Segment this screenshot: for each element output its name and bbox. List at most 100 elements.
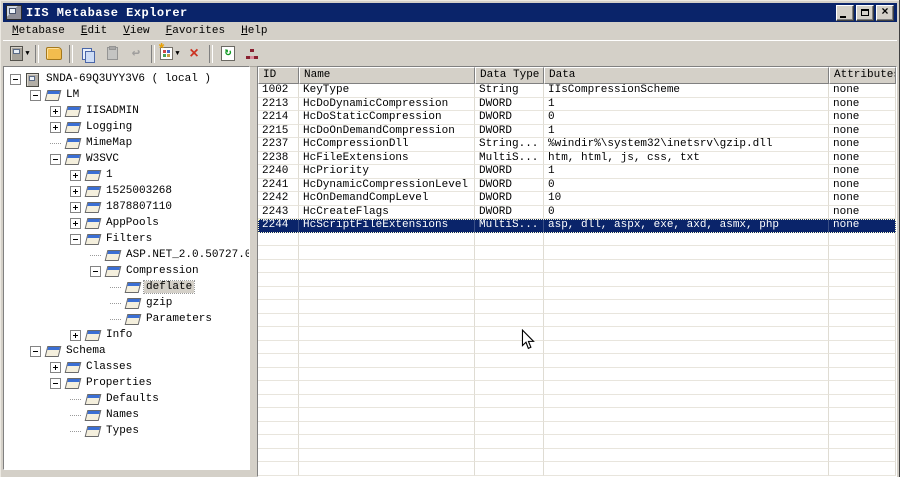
tree-item-snda-69q3uyy3v6-local-[interactable]: SNDA-69Q3UYY3V6 ( local ) (4, 71, 249, 87)
tree-item-1[interactable]: 1 (4, 167, 249, 183)
table-row-empty[interactable] (258, 286, 896, 300)
table-row-empty[interactable] (258, 435, 896, 449)
table-row-empty[interactable] (258, 394, 896, 408)
table-row-2242[interactable]: 2242 HcOnDemandCompLevel DWORD 10 none (258, 192, 896, 206)
table-cell: HcDynamicCompressionLevel (299, 178, 475, 192)
menu-item-favorites[interactable]: Favorites (158, 23, 233, 40)
collapse-minus-icon[interactable] (30, 89, 41, 101)
tree-item-types[interactable]: Types (4, 423, 249, 439)
delete-button[interactable]: × (183, 44, 205, 64)
table-row-2214[interactable]: 2214 HcDoStaticCompression DWORD 0 none (258, 111, 896, 125)
expand-plus-icon[interactable] (70, 201, 81, 213)
copy-button[interactable] (77, 44, 99, 64)
table-row-empty[interactable] (258, 448, 896, 462)
metabase-key-icon (124, 313, 142, 325)
table-row-2238[interactable]: 2238 HcFileExtensions MultiS... htm, html, … (258, 151, 896, 165)
toolbar: ▼ ↩ ▼ × ↻ (3, 40, 897, 66)
tree-item-iisadmin[interactable]: IISADMIN (4, 103, 249, 119)
expand-plus-icon[interactable] (50, 105, 61, 117)
table-row-2243[interactable]: 2243 HcCreateFlags DWORD 0 none (258, 205, 896, 219)
table-row-empty[interactable] (258, 232, 896, 246)
tree-item-classes[interactable]: Classes (4, 359, 249, 375)
tree-item-lm[interactable]: LM (4, 87, 249, 103)
table-row-empty[interactable] (258, 259, 896, 273)
column-header-data[interactable]: Data (544, 67, 829, 84)
tree-item-defaults[interactable]: Defaults (4, 391, 249, 407)
tree-item-deflate[interactable]: deflate (4, 279, 249, 295)
close-button[interactable]: × (876, 4, 894, 21)
table-row-empty[interactable] (258, 421, 896, 435)
tree-item-properties[interactable]: Properties (4, 375, 249, 391)
collapse-minus-icon[interactable] (70, 233, 81, 245)
menu-item-metabase[interactable]: Metabase (4, 23, 73, 40)
table-row-2244[interactable]: 2244 HcScriptFileExtensions MultiS... asp, … (258, 219, 896, 233)
tree-item-info[interactable]: Info (4, 327, 249, 343)
tree-item-parameters[interactable]: Parameters (4, 311, 249, 327)
undo-button[interactable]: ↩ (125, 44, 147, 64)
table-row-2215[interactable]: 2215 HcDoOnDemandCompression DWORD 1 none (258, 124, 896, 138)
table-row-empty[interactable] (258, 354, 896, 368)
panel-splitter[interactable] (250, 66, 257, 477)
tree-item-names[interactable]: Names (4, 407, 249, 423)
chevron-down-icon[interactable]: ▼ (25, 50, 29, 58)
tree-view-button[interactable] (241, 44, 263, 64)
table-cell-empty (829, 462, 896, 476)
table-row-empty[interactable] (258, 367, 896, 381)
tree-item-apppools[interactable]: AppPools (4, 215, 249, 231)
tree-item-schema[interactable]: Schema (4, 343, 249, 359)
expand-plus-icon[interactable] (70, 217, 81, 229)
expand-plus-icon[interactable] (70, 329, 81, 341)
table-row-2240[interactable]: 2240 HcPriority DWORD 1 none (258, 165, 896, 179)
table-row-2237[interactable]: 2237 HcCompressionDll String... %windir%\sy… (258, 138, 896, 152)
connect-server-button[interactable]: ▼ (9, 44, 31, 64)
column-header-name[interactable]: Name (299, 67, 475, 84)
table-row-empty[interactable] (258, 246, 896, 260)
tree-item-asp-net-2-0-50727-0[interactable]: ASP.NET_2.0.50727.0 (4, 247, 249, 263)
refresh-button[interactable]: ↻ (217, 44, 239, 64)
tree-item-1525003268[interactable]: 1525003268 (4, 183, 249, 199)
collapse-minus-icon[interactable] (90, 265, 101, 277)
table-cell: String (475, 84, 544, 98)
expand-plus-icon[interactable] (50, 361, 61, 373)
table-row-empty[interactable] (258, 273, 896, 287)
expand-plus-icon[interactable] (70, 185, 81, 197)
tree-item-mimemap[interactable]: MimeMap (4, 135, 249, 151)
table-cell-empty (829, 408, 896, 422)
tree-item-logging[interactable]: Logging (4, 119, 249, 135)
tree-item-w3svc[interactable]: W3SVC (4, 151, 249, 167)
table-row-empty[interactable] (258, 408, 896, 422)
expand-plus-icon[interactable] (70, 169, 81, 181)
collapse-minus-icon[interactable] (30, 345, 41, 357)
open-button[interactable] (43, 44, 65, 64)
tree-item-filters[interactable]: Filters (4, 231, 249, 247)
minimize-button[interactable] (836, 4, 854, 21)
chevron-down-icon[interactable]: ▼ (175, 50, 179, 58)
maximize-button[interactable] (856, 4, 874, 21)
table-row-1002[interactable]: 1002 KeyType String IIsCompressionScheme non… (258, 84, 896, 98)
column-header-data-type[interactable]: Data Type (475, 67, 544, 84)
new-key-button[interactable]: ▼ (157, 42, 181, 64)
table-row-2241[interactable]: 2241 HcDynamicCompressionLevel DWORD 0 none (258, 178, 896, 192)
collapse-minus-icon[interactable] (50, 153, 61, 165)
table-row-empty[interactable] (258, 475, 896, 476)
menu-item-edit[interactable]: Edit (73, 23, 115, 40)
collapse-minus-icon[interactable] (10, 73, 21, 85)
menu-item-view[interactable]: View (115, 23, 157, 40)
table-row-empty[interactable] (258, 462, 896, 476)
table-row-empty[interactable] (258, 313, 896, 327)
column-header-attributes[interactable]: Attributes (829, 67, 896, 84)
table-row-2213[interactable]: 2213 HcDoDynamicCompression DWORD 1 none (258, 97, 896, 111)
metabase-key-icon (64, 361, 82, 373)
expand-plus-icon[interactable] (50, 121, 61, 133)
tree-item-compression[interactable]: Compression (4, 263, 249, 279)
collapse-minus-icon[interactable] (50, 377, 61, 389)
column-header-id[interactable]: ID (258, 67, 299, 84)
tree-item-1878807110[interactable]: 1878807110 (4, 199, 249, 215)
tree-item-gzip[interactable]: gzip (4, 295, 249, 311)
menu-item-help[interactable]: Help (233, 23, 275, 40)
table-row-empty[interactable] (258, 327, 896, 341)
table-row-empty[interactable] (258, 340, 896, 354)
table-row-empty[interactable] (258, 300, 896, 314)
paste-button[interactable] (101, 44, 123, 64)
table-row-empty[interactable] (258, 381, 896, 395)
